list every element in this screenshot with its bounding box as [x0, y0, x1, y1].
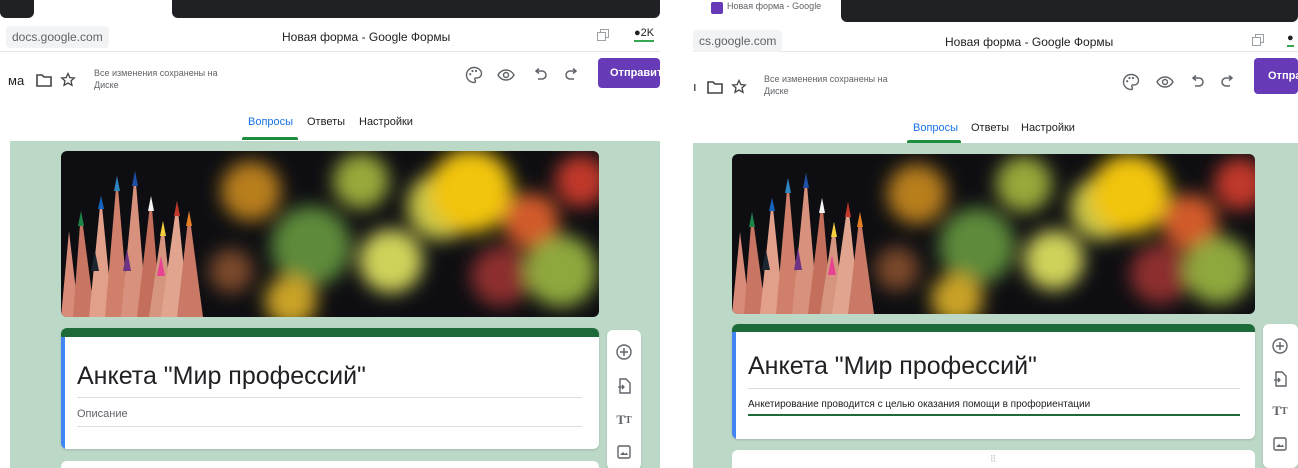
palette-icon[interactable] [1121, 72, 1141, 92]
title-underline [77, 397, 582, 398]
redo-icon[interactable] [1218, 72, 1238, 92]
screenshot-right: Новая форма - Google cs.google.com Новая… [693, 0, 1298, 468]
browser-tabstrip [0, 0, 660, 22]
page-title: Новая форма - Google Формы [945, 35, 1114, 49]
tab-settings[interactable]: Настройки [1021, 122, 1075, 134]
side-toolbar: TT [607, 330, 641, 468]
form-header-card[interactable]: Анкета "Мир профессий" Описание [61, 328, 599, 449]
page-title: Новая форма - Google Формы [282, 30, 451, 44]
send-button[interactable]: Отпра [1254, 58, 1298, 94]
comments-counter[interactable]: ●2K [634, 27, 655, 42]
star-icon[interactable] [729, 77, 749, 97]
side-toolbar: TT [1263, 324, 1298, 468]
tab-questions[interactable]: Вопросы [913, 122, 958, 134]
saved-status: Все изменения сохранены на Диске [764, 74, 888, 96]
url-field[interactable]: cs.google.com [693, 30, 783, 52]
title-underline [748, 388, 1240, 389]
undo-icon[interactable] [1187, 72, 1207, 92]
form-canvas: Анкета "Мир профессий" Анкетирование про… [693, 143, 1298, 468]
undo-icon[interactable] [530, 65, 550, 85]
tab-responses[interactable]: Ответы [307, 116, 345, 128]
active-tab-indicator [242, 137, 298, 140]
tab-responses[interactable]: Ответы [971, 122, 1009, 134]
form-canvas: Анкета "Мир профессий" Описание TT [10, 141, 660, 468]
tab-questions[interactable]: Вопросы [248, 116, 293, 128]
forms-favicon [711, 2, 723, 14]
saved-status: Все изменения сохранены на Диске [94, 68, 218, 90]
add-question-icon[interactable] [614, 342, 634, 362]
copy-icon[interactable] [1251, 34, 1265, 48]
card-top-strip [61, 328, 599, 337]
tabstrip-dark-left [0, 0, 34, 18]
comments-counter[interactable]: ● [1287, 32, 1294, 47]
redo-icon[interactable] [562, 65, 582, 85]
send-button[interactable]: Отправить [598, 58, 660, 88]
browser-tabstrip: Новая форма - Google [693, 0, 1298, 22]
title-text-icon[interactable]: TT [1270, 401, 1290, 421]
form-toolbar: ı Все изменения сохранены на Диске Отпра [693, 58, 1298, 110]
copy-icon[interactable] [596, 29, 610, 43]
browser-tab-title[interactable]: Новая форма - Google [727, 1, 821, 11]
description-field[interactable]: Описание [77, 408, 128, 420]
eye-icon[interactable] [1155, 72, 1175, 92]
doc-name-fragment[interactable]: ма [8, 73, 24, 88]
screenshot-left: docs.google.com Новая форма - Google Фор… [0, 0, 660, 468]
card-focus-strip [61, 337, 65, 449]
comment-icon: ● [634, 27, 641, 39]
form-title[interactable]: Анкета "Мир профессий" [748, 352, 1037, 381]
eye-icon[interactable] [496, 65, 516, 85]
next-question-card[interactable] [61, 461, 599, 468]
title-text-icon[interactable]: TT [614, 410, 634, 430]
folder-icon[interactable] [34, 70, 54, 90]
form-header-card[interactable]: Анкета "Мир профессий" Анкетирование про… [732, 324, 1255, 439]
comment-icon: ● [1287, 32, 1294, 44]
form-tabs: Вопросы Ответы Настройки [0, 104, 660, 142]
palette-icon[interactable] [464, 65, 484, 85]
form-title[interactable]: Анкета "Мир профессий" [77, 362, 366, 391]
image-icon[interactable] [1270, 434, 1290, 454]
import-icon[interactable] [1270, 369, 1290, 389]
description-field[interactable]: Анкетирование проводится с целью оказани… [748, 399, 1090, 410]
image-icon[interactable] [614, 442, 634, 462]
import-icon[interactable] [614, 376, 634, 396]
address-bar: docs.google.com Новая форма - Google Фор… [0, 24, 660, 52]
doc-name-fragment[interactable]: ı [693, 79, 697, 94]
add-question-icon[interactable] [1270, 336, 1290, 356]
tabstrip-dark [841, 0, 1298, 22]
header-image [61, 151, 599, 317]
address-bar: cs.google.com Новая форма - Google Формы… [693, 24, 1298, 52]
form-toolbar: ма Все изменения сохранены на Диске Отпр… [0, 52, 660, 104]
card-focus-strip [732, 332, 736, 439]
star-icon[interactable] [58, 70, 78, 90]
next-question-card[interactable]: ⠿ [732, 450, 1255, 468]
url-field[interactable]: docs.google.com [6, 26, 109, 48]
folder-icon[interactable] [705, 77, 725, 97]
header-image [732, 154, 1255, 314]
tab-settings[interactable]: Настройки [359, 116, 413, 128]
description-focus-underline [748, 414, 1240, 416]
tabstrip-dark-right [172, 0, 660, 18]
comments-count: 2K [640, 27, 655, 39]
description-underline [77, 426, 582, 427]
drag-handle-icon[interactable]: ⠿ [990, 454, 998, 465]
card-top-strip [732, 324, 1255, 332]
